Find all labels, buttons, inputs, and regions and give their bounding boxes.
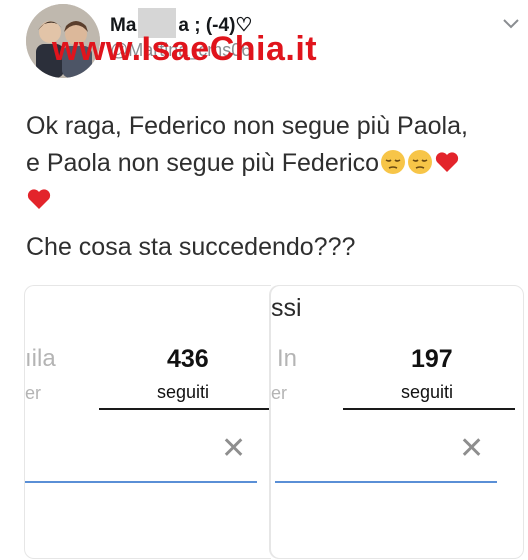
- tweet-question: Che cosa sta succedendo???: [26, 233, 356, 261]
- partial-followers-count: ıila: [25, 345, 56, 372]
- pensive-face-icon: [381, 150, 406, 174]
- red-heart-icon: [27, 189, 51, 209]
- pensive-face-icon: [408, 150, 433, 174]
- partial-followers-label: er: [25, 383, 42, 403]
- screenshot-card-right: ssi In er 197 seguiti ✕: [270, 285, 524, 559]
- following-tab[interactable]: seguiti: [401, 382, 453, 403]
- tweet-body: Ok raga, Federico non segue più Paola, e…: [26, 108, 526, 219]
- tweet-line-2: e Paola non segue più Federico: [26, 149, 380, 177]
- tweet-line-1: Ok raga, Federico non segue più Paola,: [26, 112, 468, 140]
- watermark: www.IsaeChia.it: [52, 30, 318, 68]
- tweet-line-2-row: e Paola non segue più Federico: [26, 145, 526, 182]
- tweet-line-3-row: [26, 182, 526, 219]
- active-tab-indicator: [99, 408, 271, 410]
- partial-followers-label: er: [271, 383, 288, 403]
- tweet-header: Ma a ; (-4)♡ @Martina_cms06 www.IsaeChia.…: [0, 0, 528, 90]
- close-icon[interactable]: ✕: [459, 434, 484, 464]
- search-input[interactable]: [25, 481, 257, 483]
- search-input[interactable]: [275, 481, 497, 483]
- partial-followers-count: In: [277, 345, 298, 372]
- following-tab[interactable]: seguiti: [157, 382, 209, 403]
- following-count: 436: [167, 345, 209, 373]
- partial-title: ssi: [271, 294, 302, 322]
- screenshot-card-left: ıila er 436 seguiti ✕: [24, 285, 271, 559]
- close-icon[interactable]: ✕: [221, 434, 246, 464]
- following-count: 197: [411, 345, 453, 373]
- active-tab-indicator: [343, 408, 515, 410]
- red-heart-icon: [435, 152, 459, 172]
- chevron-down-icon[interactable]: [502, 18, 520, 30]
